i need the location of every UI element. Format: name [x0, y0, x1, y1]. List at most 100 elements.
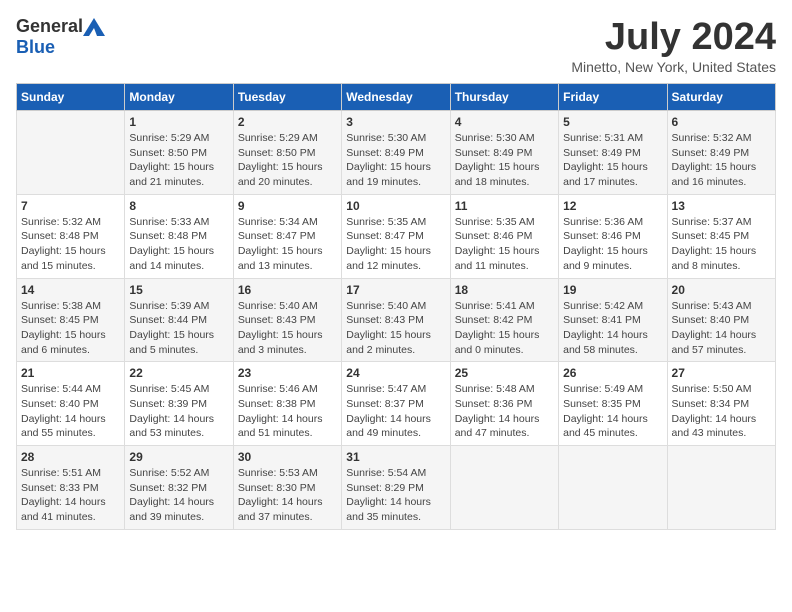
header-day-wednesday: Wednesday	[342, 84, 450, 111]
day-number: 13	[672, 199, 771, 213]
calendar-week-row: 1 Sunrise: 5:29 AM Sunset: 8:50 PM Daylig…	[17, 111, 776, 195]
calendar-cell: 1 Sunrise: 5:29 AM Sunset: 8:50 PM Daylig…	[125, 111, 233, 195]
day-info: Sunrise: 5:34 AM Sunset: 8:47 PM Dayligh…	[238, 215, 337, 274]
day-number: 10	[346, 199, 445, 213]
day-number: 27	[672, 366, 771, 380]
header-day-sunday: Sunday	[17, 84, 125, 111]
day-info: Sunrise: 5:30 AM Sunset: 8:49 PM Dayligh…	[346, 131, 445, 190]
calendar-week-row: 14Sunrise: 5:38 AM Sunset: 8:45 PM Dayli…	[17, 278, 776, 362]
calendar-cell: 15Sunrise: 5:39 AM Sunset: 8:44 PM Dayli…	[125, 278, 233, 362]
calendar-week-row: 7Sunrise: 5:32 AM Sunset: 8:48 PM Daylig…	[17, 194, 776, 278]
calendar-cell: 11Sunrise: 5:35 AM Sunset: 8:46 PM Dayli…	[450, 194, 558, 278]
logo-general: General	[16, 16, 83, 37]
day-info: Sunrise: 5:40 AM Sunset: 8:43 PM Dayligh…	[238, 299, 337, 358]
calendar-cell	[450, 446, 558, 530]
day-number: 28	[21, 450, 120, 464]
day-info: Sunrise: 5:35 AM Sunset: 8:46 PM Dayligh…	[455, 215, 554, 274]
calendar-cell	[667, 446, 775, 530]
main-title: July 2024	[571, 16, 776, 59]
header-row: SundayMondayTuesdayWednesdayThursdayFrid…	[17, 84, 776, 111]
day-info: Sunrise: 5:31 AM Sunset: 8:49 PM Dayligh…	[563, 131, 662, 190]
day-info: Sunrise: 5:29 AM Sunset: 8:50 PM Dayligh…	[238, 131, 337, 190]
day-number: 4	[455, 115, 554, 129]
calendar-cell: 24Sunrise: 5:47 AM Sunset: 8:37 PM Dayli…	[342, 362, 450, 446]
calendar-cell: 19Sunrise: 5:42 AM Sunset: 8:41 PM Dayli…	[559, 278, 667, 362]
calendar-cell	[559, 446, 667, 530]
logo-icon	[83, 18, 105, 36]
header-day-saturday: Saturday	[667, 84, 775, 111]
calendar-cell	[17, 111, 125, 195]
day-info: Sunrise: 5:33 AM Sunset: 8:48 PM Dayligh…	[129, 215, 228, 274]
header-day-friday: Friday	[559, 84, 667, 111]
day-number: 20	[672, 283, 771, 297]
calendar-header: SundayMondayTuesdayWednesdayThursdayFrid…	[17, 84, 776, 111]
day-info: Sunrise: 5:32 AM Sunset: 8:48 PM Dayligh…	[21, 215, 120, 274]
day-number: 5	[563, 115, 662, 129]
calendar-cell: 12 Sunrise: 5:36 AM Sunset: 8:46 PM Dayli…	[559, 194, 667, 278]
logo: General Blue	[16, 16, 105, 58]
day-info: Sunrise: 5:37 AM Sunset: 8:45 PM Dayligh…	[672, 215, 771, 274]
day-info: Sunrise: 5:30 AM Sunset: 8:49 PM Dayligh…	[455, 131, 554, 190]
day-number: 6	[672, 115, 771, 129]
day-info: Sunrise: 5:36 AM Sunset: 8:46 PM Dayligh…	[563, 215, 662, 274]
calendar-cell: 16Sunrise: 5:40 AM Sunset: 8:43 PM Dayli…	[233, 278, 341, 362]
day-number: 29	[129, 450, 228, 464]
title-area: July 2024 Minetto, New York, United Stat…	[571, 16, 776, 75]
header: General Blue July 2024 Minetto, New York…	[16, 16, 776, 75]
calendar-cell: 17Sunrise: 5:40 AM Sunset: 8:43 PM Dayli…	[342, 278, 450, 362]
calendar-cell: 18 Sunrise: 5:41 AM Sunset: 8:42 PM Dayli…	[450, 278, 558, 362]
calendar-cell: 9 Sunrise: 5:34 AM Sunset: 8:47 PM Daylig…	[233, 194, 341, 278]
calendar-cell: 4 Sunrise: 5:30 AM Sunset: 8:49 PM Daylig…	[450, 111, 558, 195]
day-info: Sunrise: 5:43 AM Sunset: 8:40 PM Dayligh…	[672, 299, 771, 358]
day-info: Sunrise: 5:41 AM Sunset: 8:42 PM Dayligh…	[455, 299, 554, 358]
calendar-cell: 7Sunrise: 5:32 AM Sunset: 8:48 PM Daylig…	[17, 194, 125, 278]
calendar-cell: 28 Sunrise: 5:51 AM Sunset: 8:33 PM Dayli…	[17, 446, 125, 530]
day-info: Sunrise: 5:42 AM Sunset: 8:41 PM Dayligh…	[563, 299, 662, 358]
calendar-cell: 14Sunrise: 5:38 AM Sunset: 8:45 PM Dayli…	[17, 278, 125, 362]
calendar-cell: 20 Sunrise: 5:43 AM Sunset: 8:40 PM Dayli…	[667, 278, 775, 362]
day-number: 23	[238, 366, 337, 380]
day-number: 17	[346, 283, 445, 297]
day-number: 9	[238, 199, 337, 213]
day-number: 24	[346, 366, 445, 380]
day-info: Sunrise: 5:48 AM Sunset: 8:36 PM Dayligh…	[455, 382, 554, 441]
day-info: Sunrise: 5:35 AM Sunset: 8:47 PM Dayligh…	[346, 215, 445, 274]
calendar-cell: 8 Sunrise: 5:33 AM Sunset: 8:48 PM Daylig…	[125, 194, 233, 278]
calendar-cell: 2Sunrise: 5:29 AM Sunset: 8:50 PM Daylig…	[233, 111, 341, 195]
calendar-cell: 22Sunrise: 5:45 AM Sunset: 8:39 PM Dayli…	[125, 362, 233, 446]
calendar-table: SundayMondayTuesdayWednesdayThursdayFrid…	[16, 83, 776, 530]
day-number: 26	[563, 366, 662, 380]
logo-blue: Blue	[16, 37, 55, 58]
header-day-monday: Monday	[125, 84, 233, 111]
calendar-cell: 21Sunrise: 5:44 AM Sunset: 8:40 PM Dayli…	[17, 362, 125, 446]
calendar-cell: 3 Sunrise: 5:30 AM Sunset: 8:49 PM Daylig…	[342, 111, 450, 195]
day-info: Sunrise: 5:51 AM Sunset: 8:33 PM Dayligh…	[21, 466, 120, 525]
day-info: Sunrise: 5:39 AM Sunset: 8:44 PM Dayligh…	[129, 299, 228, 358]
header-day-thursday: Thursday	[450, 84, 558, 111]
day-number: 31	[346, 450, 445, 464]
calendar-cell: 6Sunrise: 5:32 AM Sunset: 8:49 PM Daylig…	[667, 111, 775, 195]
day-number: 3	[346, 115, 445, 129]
calendar-cell: 13 Sunrise: 5:37 AM Sunset: 8:45 PM Dayli…	[667, 194, 775, 278]
calendar-week-row: 28 Sunrise: 5:51 AM Sunset: 8:33 PM Dayli…	[17, 446, 776, 530]
calendar-cell: 5 Sunrise: 5:31 AM Sunset: 8:49 PM Daylig…	[559, 111, 667, 195]
day-number: 18	[455, 283, 554, 297]
calendar-cell: 25 Sunrise: 5:48 AM Sunset: 8:36 PM Dayli…	[450, 362, 558, 446]
day-info: Sunrise: 5:46 AM Sunset: 8:38 PM Dayligh…	[238, 382, 337, 441]
day-number: 12	[563, 199, 662, 213]
calendar-cell: 31Sunrise: 5:54 AM Sunset: 8:29 PM Dayli…	[342, 446, 450, 530]
calendar-cell: 23 Sunrise: 5:46 AM Sunset: 8:38 PM Dayli…	[233, 362, 341, 446]
calendar-cell: 10 Sunrise: 5:35 AM Sunset: 8:47 PM Dayli…	[342, 194, 450, 278]
day-info: Sunrise: 5:52 AM Sunset: 8:32 PM Dayligh…	[129, 466, 228, 525]
day-number: 25	[455, 366, 554, 380]
day-number: 8	[129, 199, 228, 213]
calendar-cell: 27 Sunrise: 5:50 AM Sunset: 8:34 PM Dayli…	[667, 362, 775, 446]
day-info: Sunrise: 5:29 AM Sunset: 8:50 PM Dayligh…	[129, 131, 228, 190]
day-info: Sunrise: 5:50 AM Sunset: 8:34 PM Dayligh…	[672, 382, 771, 441]
day-number: 1	[129, 115, 228, 129]
subtitle: Minetto, New York, United States	[571, 59, 776, 75]
day-info: Sunrise: 5:45 AM Sunset: 8:39 PM Dayligh…	[129, 382, 228, 441]
calendar-cell: 29 Sunrise: 5:52 AM Sunset: 8:32 PM Dayli…	[125, 446, 233, 530]
day-number: 21	[21, 366, 120, 380]
day-info: Sunrise: 5:49 AM Sunset: 8:35 PM Dayligh…	[563, 382, 662, 441]
